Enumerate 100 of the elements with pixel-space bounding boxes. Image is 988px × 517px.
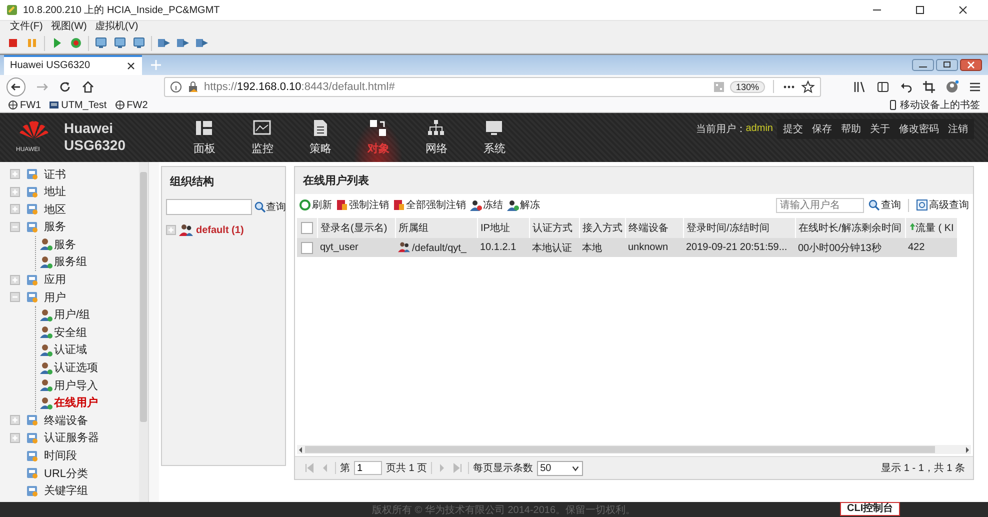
library-icon[interactable] [853, 80, 867, 94]
toggle-icon[interactable] [166, 225, 176, 236]
toggle-icon[interactable] [10, 204, 20, 214]
search-button[interactable]: 查询 [868, 198, 901, 212]
tree-item[interactable]: 地区 [10, 200, 139, 218]
page-field[interactable]: 1 [354, 461, 382, 476]
tree-item[interactable]: 在线用户 [36, 394, 139, 412]
browser-tab[interactable]: Huawei USG6320 [4, 54, 142, 75]
reload-icon[interactable] [58, 80, 72, 94]
restore-icon[interactable] [936, 58, 958, 71]
vertical-scrollbar[interactable] [139, 162, 148, 502]
header-link[interactable]: 帮助 [841, 122, 861, 136]
tree-item[interactable]: 认证域 [36, 341, 139, 359]
toolbar-button[interactable]: 强制注销 [336, 198, 389, 212]
tree-item[interactable]: 安全组 [36, 324, 139, 342]
nav-tab[interactable]: 网络 [407, 112, 466, 162]
header-link[interactable]: 修改密码 [899, 122, 939, 136]
sidebar-icon[interactable] [876, 80, 890, 94]
scrollbar-thumb[interactable] [140, 172, 147, 422]
tree-item[interactable]: 认证服务器 [10, 429, 139, 447]
toolbar-button[interactable]: 解冻 [507, 198, 540, 212]
nav-tab[interactable]: 系统 [465, 112, 524, 162]
star-icon[interactable] [801, 80, 815, 94]
scroll-right-icon[interactable] [963, 446, 971, 454]
tree-item[interactable]: default (1) [196, 224, 244, 236]
back-icon[interactable] [6, 76, 26, 97]
tree-item[interactable]: 用户/组 [36, 306, 139, 324]
column-header[interactable]: 登录时间/冻结时间 [683, 218, 795, 238]
tree-item[interactable]: 认证选项 [36, 358, 139, 376]
advanced-search-button[interactable]: 高级查询 [916, 198, 969, 212]
tree-item[interactable]: 服务组 [36, 253, 139, 271]
tree-item[interactable]: 终端设备 [10, 412, 139, 430]
url-field[interactable]: https://192.168.0.10:8443/default.html# 130% [164, 76, 821, 97]
column-header[interactable]: 所属组 [395, 218, 477, 238]
scrollbar-thumb[interactable] [305, 446, 935, 454]
toolbar-button[interactable]: 全部强制注销 [393, 198, 466, 212]
home-icon[interactable] [81, 80, 95, 94]
header-link[interactable]: 提交 [783, 122, 803, 136]
monitor-icon[interactable] [132, 36, 146, 50]
tree-item[interactable]: 用户导入 [36, 376, 139, 394]
column-header[interactable]: 终端设备 [625, 218, 683, 238]
column-header[interactable]: 接入方式 [579, 218, 625, 238]
monitor-icon[interactable] [113, 36, 127, 50]
menu-item[interactable]: 虚拟机(V) [94, 21, 138, 34]
toggle-icon[interactable] [10, 432, 20, 443]
zoom-badge[interactable]: 130% [730, 80, 765, 93]
horizontal-scrollbar[interactable] [297, 445, 971, 454]
select-all-checkbox[interactable] [301, 222, 313, 234]
search-field[interactable] [166, 199, 252, 216]
tree-item[interactable]: 证书 [10, 165, 139, 183]
column-header[interactable]: 流量 ( KI [905, 218, 957, 238]
nav-tab[interactable]: 策略 [291, 112, 350, 162]
column-header[interactable]: 认证方式 [529, 218, 579, 238]
toggle-icon[interactable] [10, 186, 20, 197]
search-button[interactable]: 查询 [254, 200, 286, 214]
tree-item[interactable]: 应用 [10, 270, 139, 288]
tree-item[interactable]: 服务 [10, 218, 139, 236]
tree-item[interactable]: 用户 [10, 288, 139, 306]
tree-item[interactable]: 关键字组 [10, 482, 139, 500]
tree-item[interactable]: 服务 [36, 236, 139, 254]
column-header[interactable]: 在线时长/解冻剩余时间 [795, 218, 905, 238]
header-link[interactable]: 注销 [948, 122, 968, 136]
bookmark-link[interactable]: FW2 [114, 100, 148, 111]
search-field[interactable]: 请输入用户名 [776, 198, 864, 213]
close-icon[interactable] [958, 4, 968, 15]
close-icon[interactable] [126, 60, 136, 71]
column-header[interactable]: 登录名(显示名) [317, 218, 395, 238]
bookmark-link[interactable]: FW1 [8, 100, 42, 111]
toggle-icon[interactable] [10, 222, 20, 232]
per-page-select[interactable]: 50 [537, 460, 584, 476]
account-icon[interactable] [945, 80, 959, 94]
tree-item[interactable]: 时间段 [10, 446, 139, 464]
cli-console-button[interactable]: CLI控制台 [840, 502, 900, 516]
menu-item[interactable]: 视图(W) [50, 21, 87, 34]
user-icon [470, 199, 482, 212]
header-link[interactable]: 保存 [812, 122, 832, 136]
nav-tab[interactable]: 监控 [233, 112, 292, 162]
refresh-icon[interactable] [69, 36, 83, 50]
toolbar-button[interactable]: 冻结 [470, 198, 503, 212]
minimize-icon[interactable] [912, 58, 934, 71]
table-row[interactable]: qyt_user /default/qyt_ 10.1.2.1 本地认证 本地 unknown 2019-09-21 20:51:59... 00小时00分钟13秒 422 [297, 238, 957, 258]
toggle-icon[interactable] [10, 169, 20, 179]
crop-icon[interactable] [922, 80, 936, 94]
bookmark-link[interactable]: 移动设备上的书签 [888, 98, 980, 112]
nav-tab[interactable]: 面板 [175, 112, 234, 162]
toggle-icon[interactable] [10, 274, 20, 285]
maximize-icon[interactable] [915, 4, 925, 15]
close-icon[interactable] [960, 58, 982, 71]
menu-item[interactable]: 文件(F) [10, 21, 43, 34]
tree-item[interactable]: URL分类 [10, 464, 139, 482]
monitor-icon[interactable] [94, 36, 108, 50]
card-icon [25, 430, 39, 445]
row-checkbox[interactable] [301, 242, 313, 254]
tree-item[interactable]: 地址 [10, 182, 139, 200]
bookmark-link[interactable]: UTM_Test [49, 100, 107, 111]
column-header[interactable]: IP地址 [477, 218, 529, 238]
toggle-icon[interactable] [10, 415, 20, 426]
toolbar-button[interactable]: 刷新 [299, 198, 332, 212]
header-link[interactable]: 关于 [870, 122, 890, 136]
toggle-icon[interactable] [10, 292, 20, 302]
